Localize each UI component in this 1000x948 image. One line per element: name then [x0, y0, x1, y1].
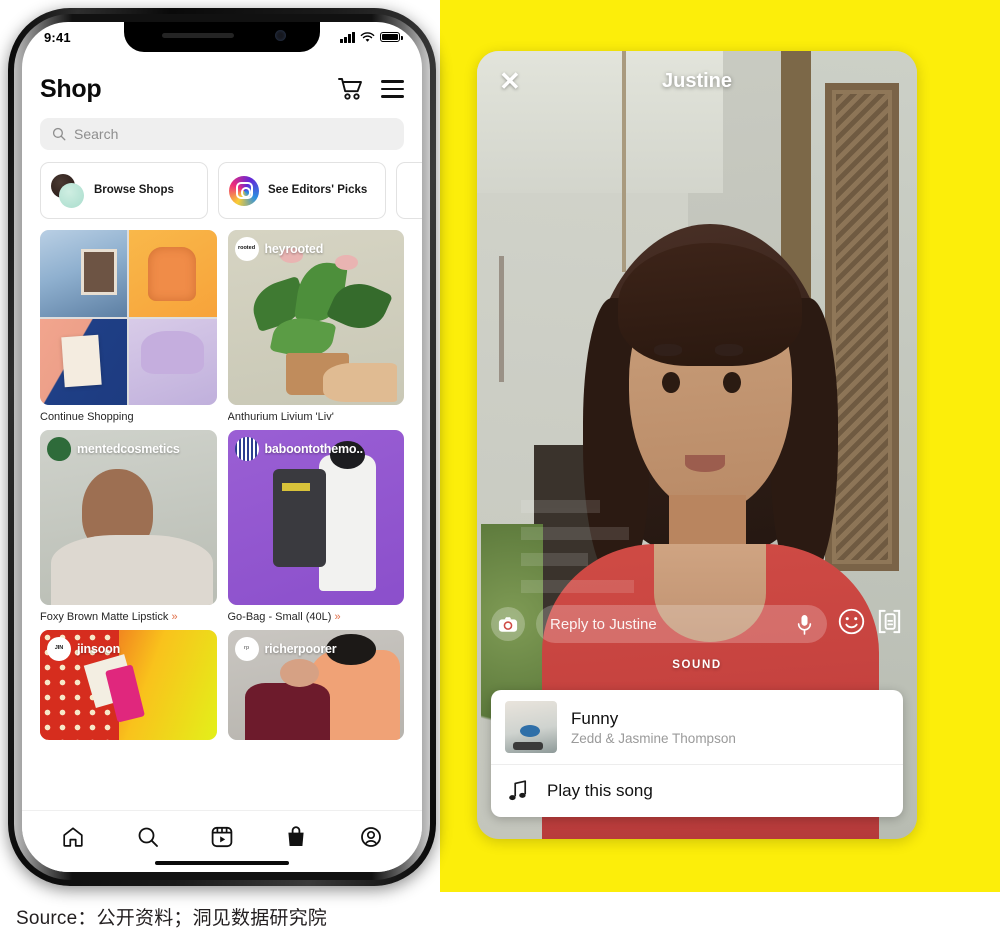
- chip-label: Browse Shops: [94, 184, 174, 197]
- brand-row: rooted heyrooted: [234, 237, 324, 261]
- brand-avatar: [47, 437, 71, 461]
- screenshot-root: 9:41 Shop Search Browse Shops See Editor…: [0, 0, 1000, 948]
- song-artist: Zedd & Jasmine Thompson: [571, 731, 736, 747]
- play-this-song-button[interactable]: Play this song: [491, 765, 903, 817]
- product-label: Go-Bag - Small (40L) »: [228, 611, 405, 623]
- left-phone-mockup: 9:41 Shop Search Browse Shops See Editor…: [8, 8, 436, 886]
- product-row: mentedcosmetics Foxy Brown Matte Lipstic…: [40, 430, 404, 623]
- shop-header: Shop: [22, 66, 422, 112]
- profile-icon[interactable]: [359, 825, 383, 849]
- product-image: mentedcosmetics: [40, 430, 217, 605]
- brand-name: richerpoorer: [264, 642, 337, 656]
- brand-avatar: rp: [234, 637, 259, 661]
- story-video-card[interactable]: ✕ Justine Reply to Justine SOUND Funny Z…: [477, 51, 917, 839]
- product-image: baboontothemo..: [227, 430, 404, 605]
- wifi-icon: [360, 31, 375, 42]
- source-caption: Source：公开资料；洞见数据研究院: [16, 908, 328, 929]
- chevron-icon: »: [334, 611, 341, 623]
- phone-notch: [124, 22, 320, 52]
- watermark-overlay: [521, 500, 644, 610]
- chip-see-editors-picks[interactable]: See Editors' Picks: [218, 162, 386, 219]
- cellular-bars-icon: [340, 31, 355, 43]
- reply-placeholder: Reply to Justine: [550, 615, 657, 633]
- story-username: Justine: [661, 69, 733, 92]
- search-icon: [52, 127, 66, 141]
- brand-row: rp richerpoorer: [234, 637, 337, 661]
- song-title: Funny: [571, 708, 619, 728]
- product-tile-lipstick[interactable]: mentedcosmetics Foxy Brown Matte Lipstic…: [40, 430, 217, 623]
- product-grid: Continue Shopping rooted heyrooted Anthu…: [40, 230, 404, 747]
- search-placeholder: Search: [74, 126, 119, 142]
- brand-name: heyrooted: [264, 242, 324, 256]
- status-indicators: [340, 31, 403, 43]
- product-row: JIN jinsoon rp richerpoorer: [40, 630, 404, 740]
- chip-partial-next[interactable]: [396, 162, 422, 219]
- brand-name: baboontothemo..: [264, 442, 364, 456]
- product-tile-continue-shopping[interactable]: Continue Shopping: [40, 230, 217, 423]
- battery-icon: [380, 32, 403, 42]
- shopping-bag-icon[interactable]: [284, 825, 308, 849]
- header-actions: [337, 77, 404, 101]
- chip-label: See Editors' Picks: [268, 184, 368, 197]
- product-label: Foxy Brown Matte Lipstick »: [40, 611, 217, 623]
- camera-icon[interactable]: [491, 607, 525, 641]
- status-time: 9:41: [44, 29, 71, 45]
- shop-avatars-icon: [51, 173, 85, 208]
- product-tile-gobag[interactable]: baboontothemo.. Go-Bag - Small (40L) »: [227, 430, 405, 623]
- brand-name: mentedcosmetics: [77, 442, 180, 456]
- search-input[interactable]: Search: [40, 118, 404, 150]
- brand-row: JIN jinsoon: [47, 637, 120, 661]
- home-icon[interactable]: [61, 825, 85, 849]
- brand-avatar: JIN: [47, 637, 71, 661]
- smiley-icon[interactable]: [838, 608, 865, 640]
- product-label-text: Foxy Brown Matte Lipstick: [40, 611, 169, 623]
- shopping-cart-icon[interactable]: [337, 77, 363, 101]
- reply-input[interactable]: Reply to Justine: [536, 605, 827, 643]
- instagram-icon: [229, 175, 259, 206]
- product-image: rooted heyrooted: [227, 230, 404, 405]
- song-info-row[interactable]: Funny Zedd & Jasmine Thompson: [491, 690, 903, 764]
- collage-thumbnails: [40, 230, 217, 405]
- brand-avatar: [234, 437, 259, 461]
- front-camera-icon: [275, 30, 286, 41]
- product-tile-richerpoorer[interactable]: rp richerpoorer: [227, 630, 404, 740]
- product-tile-anthurium[interactable]: rooted heyrooted Anthurium Livium 'Liv': [227, 230, 404, 423]
- brand-avatar: rooted: [234, 237, 259, 261]
- product-image: JIN jinsoon: [40, 630, 217, 740]
- microphone-icon[interactable]: [796, 614, 813, 635]
- music-note-icon: [509, 780, 527, 801]
- product-image: rp richerpoorer: [227, 630, 404, 740]
- page-title: Shop: [40, 74, 102, 103]
- home-indicator: [155, 861, 289, 865]
- brand-row: mentedcosmetics: [47, 437, 180, 461]
- earpiece-speaker: [162, 33, 234, 38]
- hamburger-menu-icon[interactable]: [381, 80, 404, 98]
- sound-section-label: SOUND: [672, 659, 722, 671]
- product-label-text: Go-Bag - Small (40L): [227, 611, 332, 623]
- product-tile-jinsoon[interactable]: JIN jinsoon: [40, 630, 217, 740]
- song-text: Funny Zedd & Jasmine Thompson: [571, 708, 736, 746]
- brand-row: baboontothemo..: [234, 437, 364, 461]
- reels-icon[interactable]: [210, 825, 234, 849]
- play-this-song-label: Play this song: [547, 781, 653, 800]
- product-row: Continue Shopping rooted heyrooted Anthu…: [40, 230, 404, 423]
- close-icon[interactable]: ✕: [499, 68, 521, 94]
- product-label: Continue Shopping: [40, 411, 134, 423]
- chip-browse-shops[interactable]: Browse Shops: [40, 162, 208, 219]
- song-card: Funny Zedd & Jasmine Thompson Play this …: [491, 690, 903, 817]
- video-top-bar: ✕ Justine: [477, 51, 917, 111]
- brand-name: jinsoon: [77, 642, 121, 656]
- shortcut-chip-row: Browse Shops See Editors' Picks: [40, 162, 422, 219]
- product-image: [40, 230, 217, 405]
- sticker-icon[interactable]: [876, 608, 903, 640]
- reply-bar: Reply to Justine: [491, 605, 903, 643]
- chevron-icon: »: [171, 611, 178, 623]
- product-label: Anthurium Livium 'Liv': [227, 411, 334, 423]
- left-phone-screen: 9:41 Shop Search Browse Shops See Editor…: [22, 22, 422, 872]
- album-art-icon: [505, 701, 557, 753]
- search-icon[interactable]: [136, 825, 160, 849]
